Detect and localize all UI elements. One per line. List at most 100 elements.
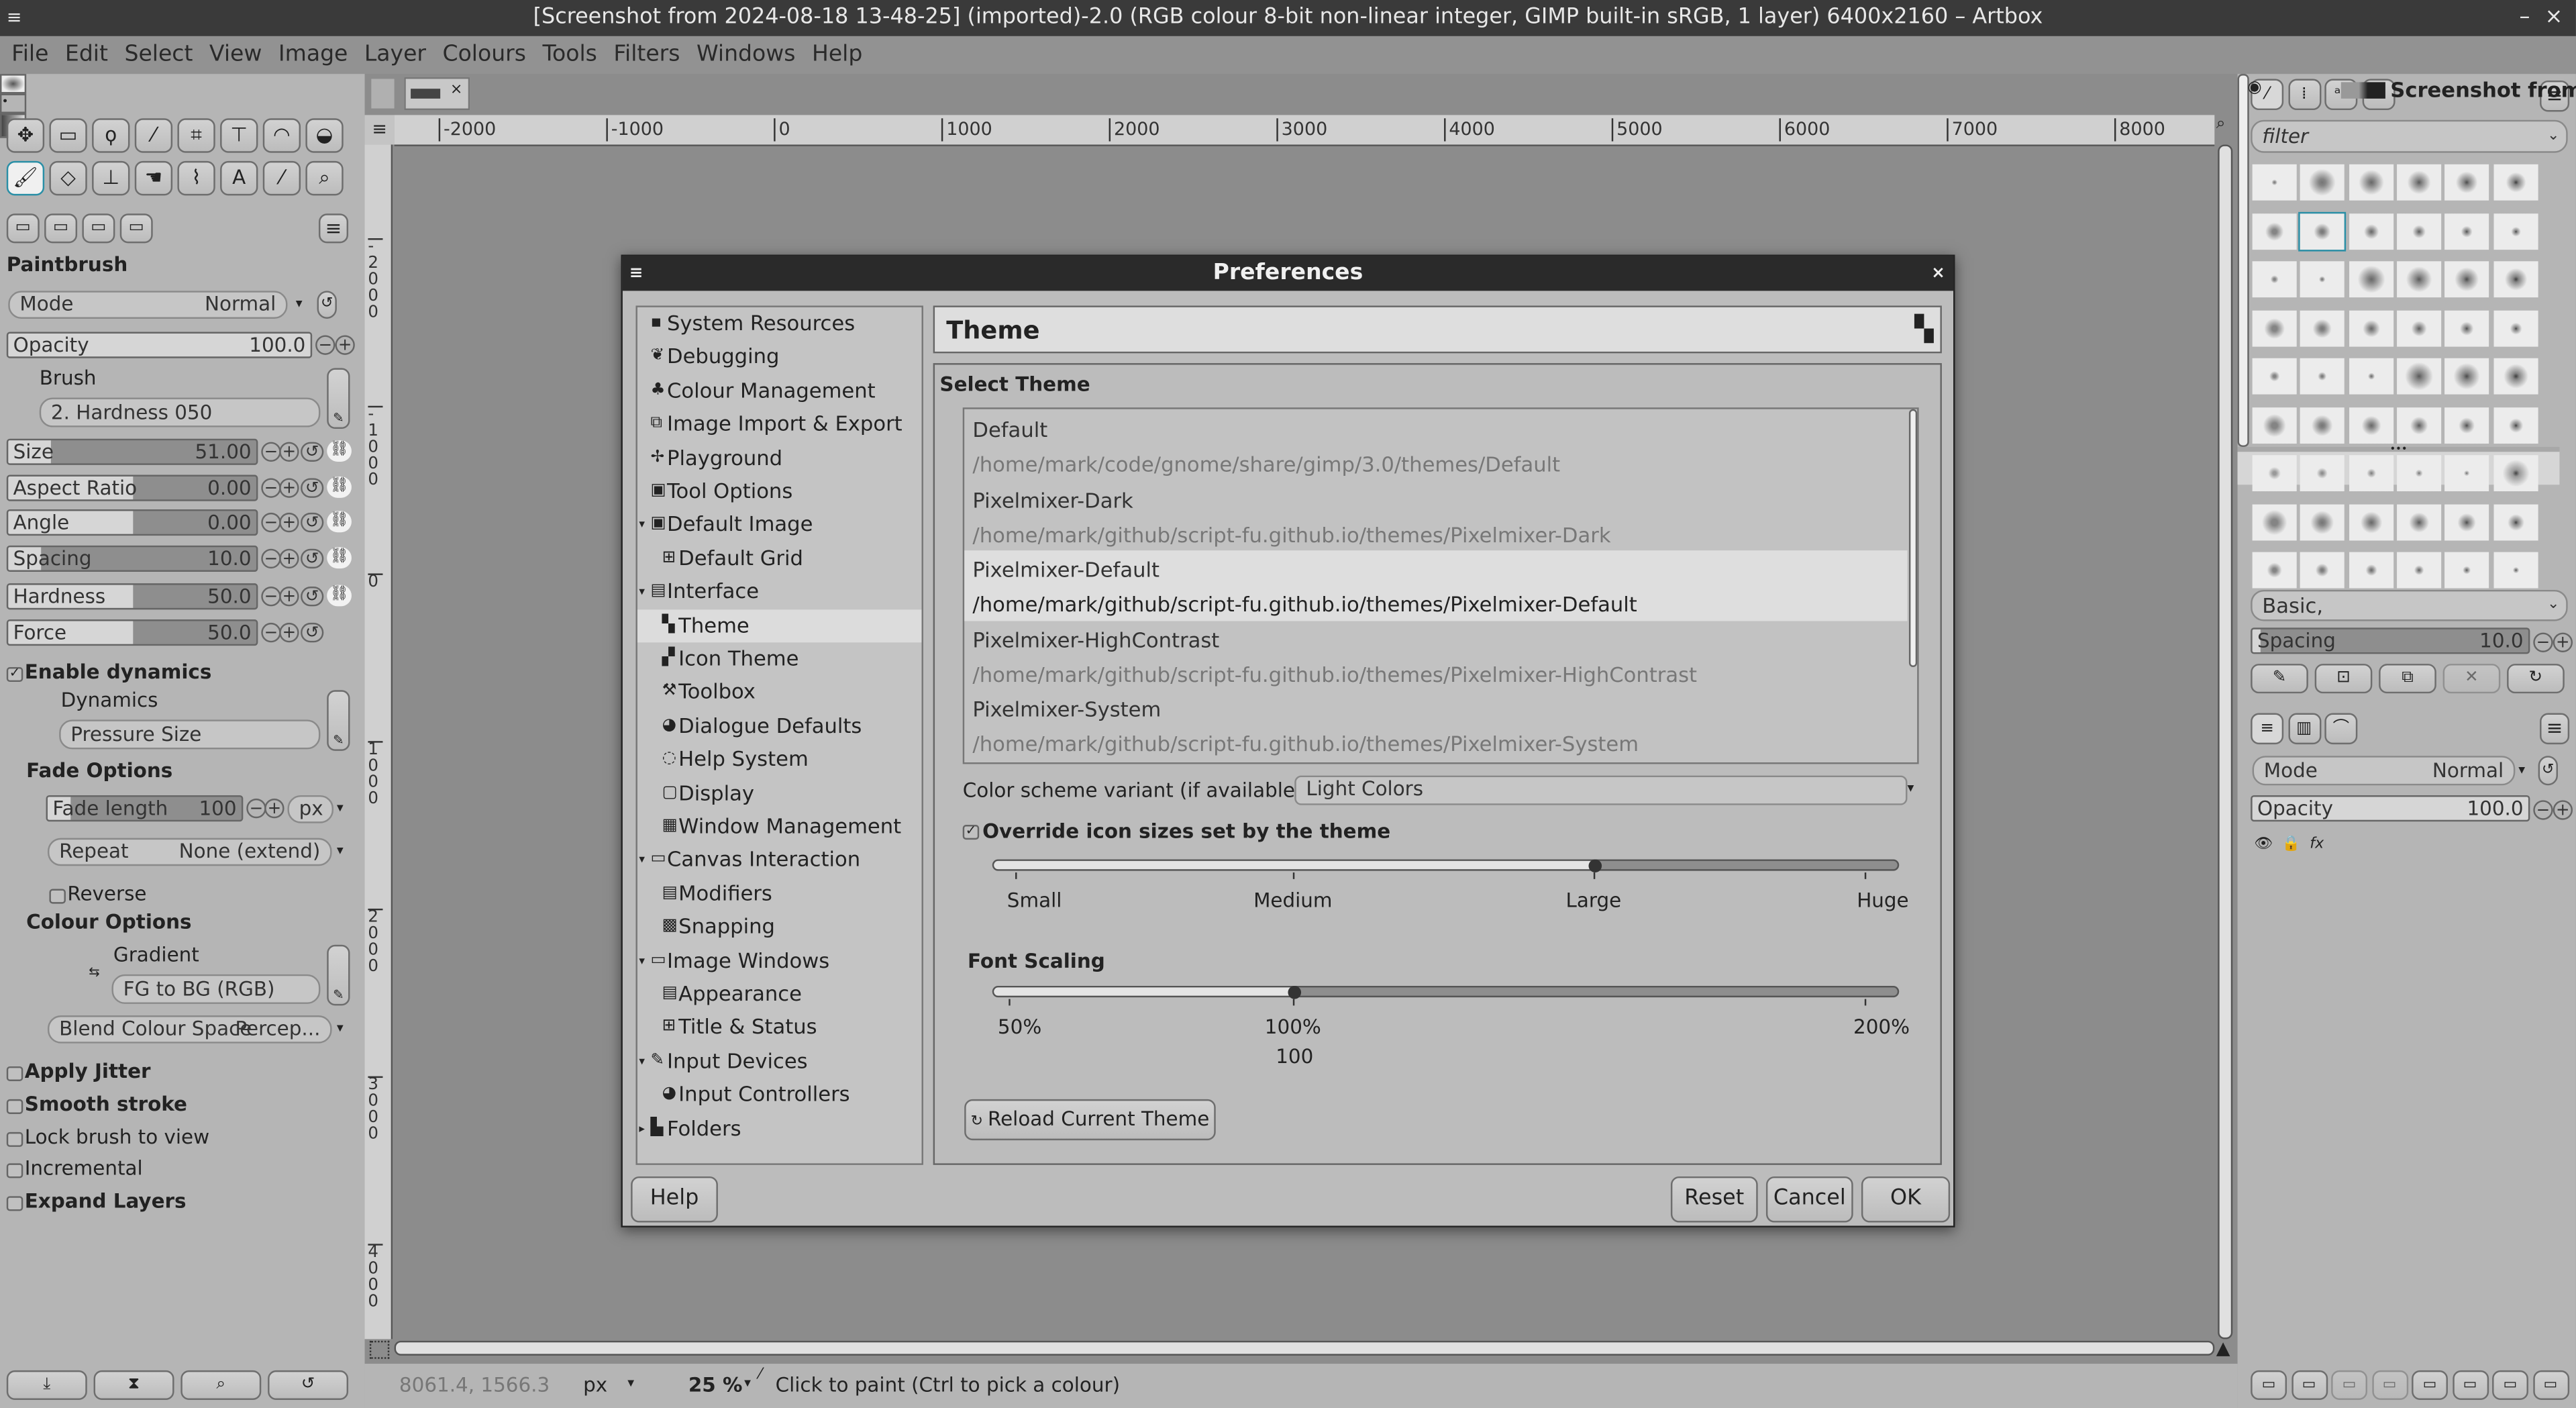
raise-button[interactable]: ▭ bbox=[2331, 1370, 2368, 1400]
paintbrush-tool-button[interactable]: 🖌 bbox=[6, 160, 45, 196]
increase-icon[interactable]: + bbox=[279, 512, 299, 533]
link-icon[interactable]: ⛓ bbox=[327, 440, 352, 462]
quick-mask-toggle[interactable] bbox=[369, 1340, 390, 1359]
theme-list-item[interactable]: Pixelmixer-System/home/mark/github/scrip… bbox=[964, 690, 1907, 760]
menu-windows[interactable]: Windows bbox=[688, 36, 804, 74]
chevron-down-icon[interactable]: ▾ bbox=[2518, 762, 2525, 777]
horizontal-ruler[interactable]: -2000 -1000 0 1000 2000 3000 4000 5000 6000 7000 8… bbox=[394, 115, 2215, 146]
menu-filters[interactable]: Filters bbox=[605, 36, 688, 74]
tree-item-input-controllers[interactable]: ◕ Input Controllers bbox=[637, 1078, 922, 1111]
rect-select-tool-button[interactable]: ▭ bbox=[49, 118, 87, 153]
mode-reset-button[interactable]: ↺ bbox=[317, 291, 337, 319]
warp-tool-button[interactable]: ◠ bbox=[262, 118, 301, 153]
refresh-brushes-button[interactable]: ↻ bbox=[2507, 664, 2565, 694]
tree-item-input-devices[interactable]: ▾ ✎ Input Devices bbox=[637, 1045, 922, 1078]
tab-tool-options[interactable]: ▭ bbox=[6, 213, 40, 244]
brush-thumbnail[interactable] bbox=[2300, 503, 2345, 540]
theme-list-scrollbar[interactable] bbox=[1908, 409, 1918, 668]
brush-thumbnail[interactable] bbox=[2349, 164, 2393, 201]
menu-edit[interactable]: Edit bbox=[57, 36, 117, 74]
reset-button[interactable]: Reset bbox=[1670, 1176, 1758, 1223]
brush-thumbnail[interactable] bbox=[2300, 309, 2345, 346]
expander-closed-icon[interactable]: ▸ bbox=[639, 1112, 645, 1145]
tab-layers[interactable]: ≡ bbox=[2251, 713, 2284, 745]
expander-open-icon[interactable]: ▾ bbox=[639, 844, 645, 876]
lasso-tool-button[interactable]: ϙ bbox=[92, 118, 130, 153]
horizontal-scrollbar[interactable] bbox=[394, 1340, 2215, 1356]
expander-open-icon[interactable]: ▾ bbox=[639, 1045, 645, 1078]
menu-image[interactable]: Image bbox=[270, 36, 356, 74]
brush-thumbnail[interactable] bbox=[2300, 406, 2345, 443]
vertical-ruler[interactable]: -2000 -1000 0 1000 2000 3000 4000 bbox=[364, 144, 393, 1340]
brush-thumbnail[interactable] bbox=[2493, 406, 2538, 443]
dynamics-preview[interactable]: • bbox=[0, 93, 27, 113]
reset-icon[interactable]: ↺ bbox=[301, 478, 324, 498]
tab-device-status[interactable]: ▭ bbox=[44, 213, 78, 244]
brush-thumbnail[interactable] bbox=[2493, 503, 2538, 540]
slider-knob[interactable] bbox=[1588, 858, 1602, 872]
new-group-button[interactable]: ▭ bbox=[2291, 1370, 2328, 1400]
brush-thumbnail[interactable] bbox=[2252, 309, 2297, 346]
chevron-down-icon[interactable]: ▾ bbox=[296, 296, 303, 311]
decrease-icon[interactable]: − bbox=[315, 335, 336, 355]
brush-grid-scrollbar[interactable] bbox=[2237, 74, 2249, 447]
increase-icon[interactable]: + bbox=[264, 798, 285, 819]
brush-thumbnail[interactable] bbox=[2349, 261, 2393, 298]
brush-thumbnail[interactable] bbox=[2444, 406, 2489, 443]
tree-item-theme[interactable]: ▚ Theme bbox=[637, 609, 922, 642]
brush-thumbnail[interactable] bbox=[2349, 213, 2393, 249]
blend-colour-space-select[interactable]: Blend Colour Space Percep... bbox=[48, 1015, 332, 1044]
opacity-slider[interactable]: Opacity 100.0 bbox=[6, 332, 313, 358]
brush-thumbnail[interactable] bbox=[2493, 552, 2538, 589]
brush-filter-input[interactable]: filter ⌄ bbox=[2251, 119, 2568, 153]
close-tab-icon[interactable]: × bbox=[450, 82, 462, 98]
menu-select[interactable]: Select bbox=[116, 36, 201, 74]
tree-item-system-resources[interactable]: ▪ System Resources bbox=[637, 307, 922, 340]
brush-thumbnail[interactable] bbox=[2349, 503, 2393, 540]
aspect-ratio-slider[interactable]: Aspect Ratio 0.00 bbox=[6, 474, 258, 501]
brush-thumbnail[interactable] bbox=[2349, 455, 2393, 492]
increase-icon[interactable]: + bbox=[279, 548, 299, 569]
reload-theme-button[interactable]: ↻ Reload Current Theme bbox=[964, 1099, 1216, 1141]
save-preset-button[interactable]: ⤓ bbox=[6, 1370, 87, 1400]
increase-icon[interactable]: + bbox=[279, 442, 299, 462]
reset-icon[interactable]: ↺ bbox=[301, 587, 324, 607]
smudge-tool-button[interactable]: ☚ bbox=[134, 160, 173, 196]
brush-thumbnail[interactable] bbox=[2444, 261, 2489, 298]
chevron-down-icon[interactable]: ▾ bbox=[337, 800, 344, 815]
image-tab[interactable]: × bbox=[404, 77, 470, 111]
expander-open-icon[interactable]: ▾ bbox=[639, 508, 645, 541]
tree-item-window-management[interactable]: ▦ Window Management bbox=[637, 810, 922, 843]
brush-thumbnail[interactable] bbox=[2252, 213, 2297, 249]
tree-item-debugging[interactable]: ❦ Debugging bbox=[637, 341, 922, 374]
brush-thumbnail[interactable] bbox=[2493, 455, 2538, 492]
brush-thumbnail[interactable] bbox=[2396, 552, 2441, 589]
tab-images[interactable]: ▭ bbox=[119, 213, 153, 244]
hardness-slider[interactable]: Hardness 50.0 bbox=[6, 583, 258, 610]
brush-thumbnail[interactable] bbox=[2493, 261, 2538, 298]
decrease-icon[interactable]: − bbox=[2533, 800, 2553, 820]
restore-preset-button[interactable]: ⧗ bbox=[93, 1370, 174, 1400]
brush-thumbnail[interactable] bbox=[2396, 309, 2441, 346]
delete-preset-button[interactable]: ⌕ bbox=[181, 1370, 262, 1400]
eraser-tool-button[interactable]: ◇ bbox=[49, 160, 87, 196]
brush-thumbnail[interactable] bbox=[2300, 164, 2345, 201]
dialog-menu-icon[interactable]: ≡ bbox=[629, 256, 643, 291]
increase-icon[interactable]: + bbox=[279, 478, 299, 498]
brush-thumbnail[interactable] bbox=[2493, 164, 2538, 201]
angle-slider[interactable]: Angle 0.00 bbox=[6, 509, 258, 536]
tab-menu-button[interactable] bbox=[371, 79, 395, 109]
theme-list-item[interactable]: Default/home/mark/code/gnome/share/gimp/… bbox=[964, 411, 1907, 481]
brush-thumbnail[interactable] bbox=[2252, 503, 2297, 540]
fade-length-slider[interactable]: Fade length 100 bbox=[46, 795, 244, 822]
menu-layer[interactable]: Layer bbox=[356, 36, 435, 74]
fuzzy-select-tool-button[interactable]: ⁄ bbox=[134, 118, 173, 153]
tree-item-toolbox[interactable]: ⚒ Toolbox bbox=[637, 676, 922, 709]
brush-thumbnail[interactable] bbox=[2349, 552, 2393, 589]
tree-item-image-windows[interactable]: ▾ ▭ Image Windows bbox=[637, 944, 922, 977]
tree-item-folders[interactable]: ▸ ▙ Folders bbox=[637, 1112, 922, 1145]
edit-dynamics-button[interactable]: ✎ bbox=[327, 690, 350, 751]
slider-knob[interactable] bbox=[1288, 985, 1302, 999]
tab-channels[interactable]: ▥ bbox=[2287, 713, 2321, 745]
brush-thumbnail[interactable] bbox=[2300, 261, 2345, 298]
